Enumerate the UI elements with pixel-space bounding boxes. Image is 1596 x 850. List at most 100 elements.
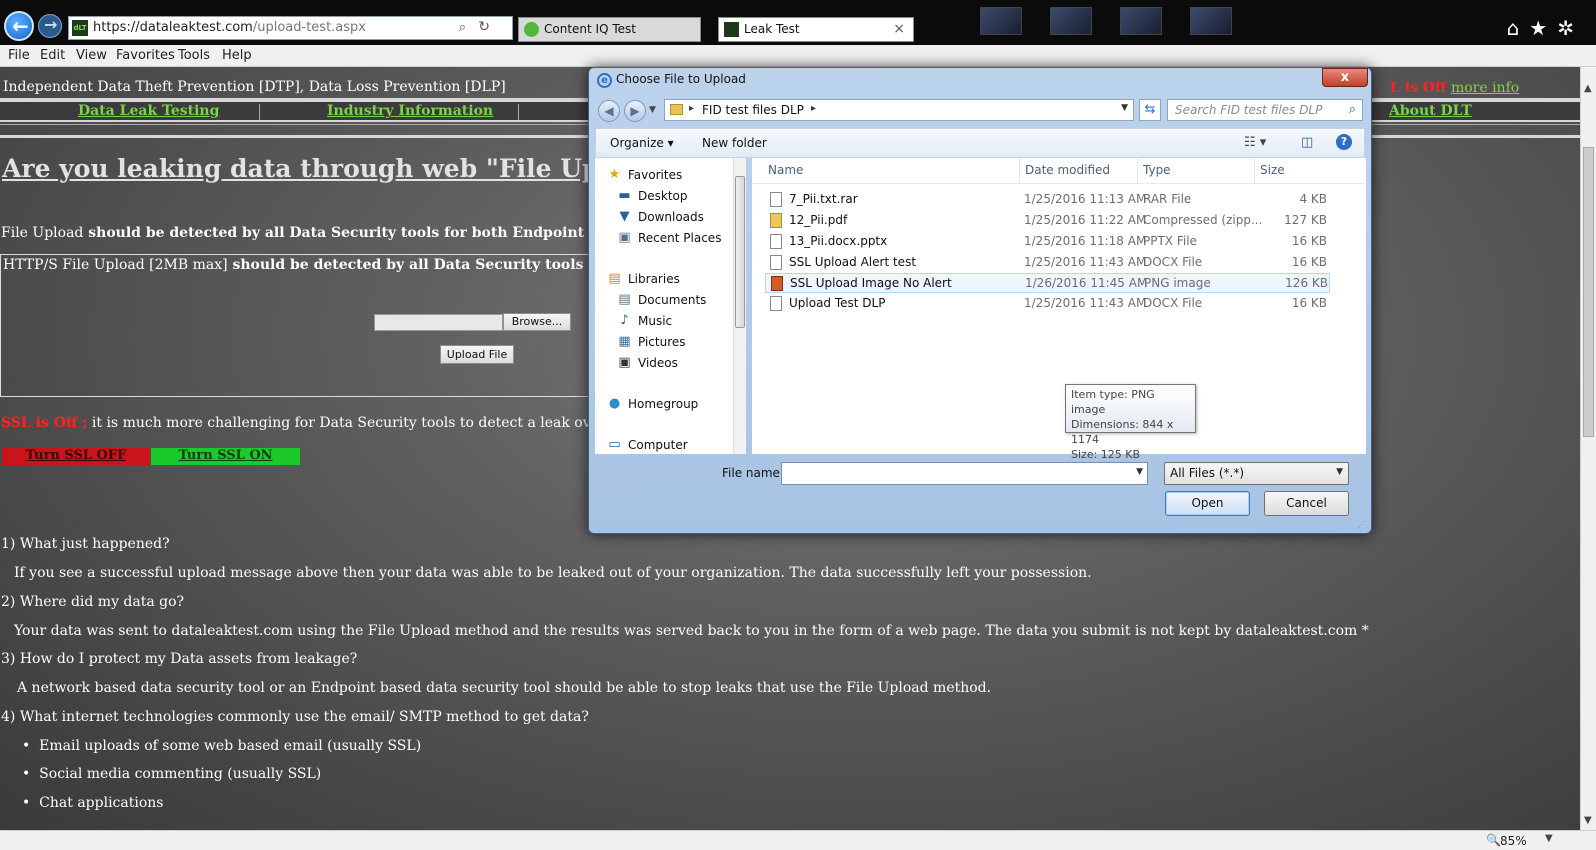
sidebar-item-favorites[interactable]: ★ Favorites	[595, 166, 741, 186]
sidebar-item-libraries[interactable]: ▤ Libraries	[595, 270, 741, 290]
menu-favorites[interactable]: Favorites	[116, 48, 175, 63]
nav-about-dlt[interactable]: About DLT	[1389, 103, 1472, 119]
menu-file[interactable]: File	[8, 48, 30, 63]
desktop-icon: ▬	[618, 188, 631, 203]
sidebar-item-label: Recent Places	[638, 231, 722, 245]
scrollbar-thumb[interactable]	[1583, 147, 1594, 437]
breadcrumb-folder[interactable]: FID test files DLP	[702, 103, 804, 117]
chevron-down-icon[interactable]: ▼	[1545, 833, 1553, 844]
url-text[interactable]: https://dataleaktest.com/upload-test.asp…	[93, 20, 366, 35]
home-icon[interactable]: ⌂	[1507, 16, 1530, 40]
filename-label: File name:	[722, 466, 784, 480]
sidebar-item-label: Music	[638, 314, 673, 328]
scroll-up-icon[interactable]: ▲	[1584, 83, 1592, 94]
organize-button[interactable]: Organize ▾	[610, 136, 674, 150]
list-item: • Social media commenting (usually SSL)	[22, 766, 321, 782]
search-placeholder: Search FID test files DLP	[1175, 103, 1323, 117]
sidebar-item-recent-places[interactable]: ▣ Recent Places	[595, 229, 741, 249]
file-type-filter-select[interactable]: All Files (*.*) ▼	[1164, 462, 1349, 485]
column-header-type[interactable]: Type	[1143, 163, 1171, 177]
close-tab-icon[interactable]: ×	[893, 21, 905, 37]
chevron-right-icon[interactable]: ▸	[811, 103, 816, 114]
breadcrumb[interactable]: ▸ FID test files DLP ▸ ▼	[664, 99, 1134, 121]
search-icon[interactable]: ⌕	[1349, 102, 1356, 117]
file-name: 12_Pii.pdf	[789, 213, 848, 227]
refresh-icon[interactable]: ⇆	[1139, 99, 1161, 121]
nav-industry-information[interactable]: Industry Information	[327, 103, 493, 119]
scroll-down-icon[interactable]: ▼	[1584, 815, 1592, 826]
file-type: DOCX File	[1143, 296, 1203, 310]
menu-view[interactable]: View	[76, 48, 107, 63]
refresh-icon[interactable]: ↻	[478, 19, 490, 35]
sidebar-item-desktop[interactable]: ▬ Desktop	[595, 187, 741, 207]
filename-input[interactable]: ▼	[781, 462, 1148, 485]
chevron-right-icon[interactable]: ▸	[689, 103, 694, 114]
browse-button[interactable]: Browse...	[503, 313, 571, 331]
file-path-input[interactable]	[374, 314, 503, 331]
scrollbar-thumb[interactable]	[735, 176, 745, 328]
navigation-scrollbar[interactable]	[733, 158, 746, 454]
menu-tools[interactable]: Tools	[178, 48, 210, 63]
sidebar-item-music[interactable]: ♪ Music	[595, 312, 741, 332]
page-scrollbar[interactable]: ▲ ▼	[1580, 67, 1596, 830]
tooltip-line: Item type: PNG image	[1071, 388, 1155, 416]
help-icon[interactable]: ?	[1336, 134, 1352, 150]
status-bar: 🔍 85% ▼	[0, 830, 1596, 850]
site-tagline: Independent Data Theft Prevention [DTP],…	[3, 79, 506, 95]
menu-help[interactable]: Help	[222, 48, 252, 63]
sidebar-item-documents[interactable]: ▤ Documents	[595, 291, 741, 311]
sidebar-item-computer[interactable]: ▭ Computer	[595, 436, 741, 454]
file-size: 4 KB	[1299, 192, 1327, 206]
gear-icon[interactable]: ✲	[1557, 16, 1584, 40]
star-icon[interactable]: ★	[1529, 16, 1557, 40]
upload-file-button[interactable]: Upload File	[440, 345, 514, 364]
chevron-down-icon[interactable]: ▼	[1136, 467, 1143, 477]
resize-grip-icon[interactable]: ⋰	[1358, 520, 1366, 529]
search-icon[interactable]: ⌕	[459, 20, 466, 35]
recent-locations-chevron-icon[interactable]: ▼	[649, 105, 656, 115]
music-icon: ♪	[620, 313, 629, 328]
turn-ssl-on-button[interactable]: Turn SSL ON	[151, 448, 300, 465]
ssl-status-text: SSL is Off	[1, 415, 78, 431]
cancel-button[interactable]: Cancel	[1264, 491, 1349, 516]
back-button[interactable]: ◀	[598, 100, 620, 122]
file-row[interactable]: Upload Test DLP 1/25/2016 11:43 AM DOCX …	[765, 294, 1330, 314]
view-options-icon[interactable]: ☷ ▾	[1244, 135, 1266, 150]
url-base: https://dataleaktest.com	[93, 20, 253, 35]
open-button[interactable]: Open	[1165, 491, 1250, 516]
back-button[interactable]: ←	[4, 11, 34, 41]
chevron-down-icon[interactable]: ▼	[1121, 103, 1128, 113]
forward-button[interactable]: ▶	[624, 100, 646, 122]
tab-leak-test[interactable]: Leak Test ×	[718, 17, 914, 42]
file-row[interactable]: 13_Pii.docx.pptx 1/25/2016 11:18 AM PPTX…	[765, 232, 1330, 252]
forward-button[interactable]: →	[38, 14, 62, 38]
ssl-status-header: L is Off more info	[1390, 80, 1519, 96]
sidebar-item-pictures[interactable]: ▦ Pictures	[595, 333, 741, 353]
file-row[interactable]: 12_Pii.pdf 1/25/2016 11:22 AM Compressed…	[765, 211, 1330, 231]
zoom-icon[interactable]: 🔍	[1486, 833, 1501, 847]
menu-edit[interactable]: Edit	[40, 48, 65, 63]
column-header-date[interactable]: Date modified	[1025, 163, 1110, 177]
tab-content-iq-test[interactable]: Content IQ Test	[518, 17, 701, 42]
new-folder-button[interactable]: New folder	[702, 136, 767, 150]
nav-data-leak-testing[interactable]: Data Leak Testing	[78, 103, 219, 119]
search-input[interactable]: Search FID test files DLP ⌕	[1167, 99, 1363, 121]
downloads-icon: ▼	[619, 209, 630, 224]
zoom-level[interactable]: 85%	[1500, 834, 1527, 848]
column-header-name[interactable]: Name	[768, 163, 803, 177]
sidebar-item-videos[interactable]: ▣ Videos	[595, 354, 741, 374]
file-row[interactable]: 7_Pii.txt.rar 1/25/2016 11:13 AM RAR Fil…	[765, 190, 1330, 210]
file-row[interactable]: SSL Upload Alert test 1/25/2016 11:43 AM…	[765, 253, 1330, 273]
tooltip-line: Dimensions: 844 x 1174	[1071, 418, 1174, 446]
close-button[interactable]: x	[1322, 68, 1368, 87]
file-row[interactable]: SSL Upload Image No Alert 1/26/2016 11:4…	[765, 273, 1330, 293]
sidebar-item-homegroup[interactable]: ● Homegroup	[595, 395, 741, 415]
address-bar[interactable]: dLT https://dataleaktest.com/upload-test…	[68, 16, 513, 40]
column-headers: Name Date modified Type Size	[752, 158, 1366, 184]
turn-ssl-off-button[interactable]: Turn SSL OFF	[2, 448, 150, 465]
column-header-size[interactable]: Size	[1260, 163, 1285, 177]
sidebar-item-downloads[interactable]: ▼ Downloads	[595, 208, 741, 228]
sidebar-item-label: Documents	[638, 293, 707, 307]
preview-pane-icon[interactable]: ◫	[1301, 135, 1313, 150]
more-info-link[interactable]: more info	[1451, 80, 1519, 96]
